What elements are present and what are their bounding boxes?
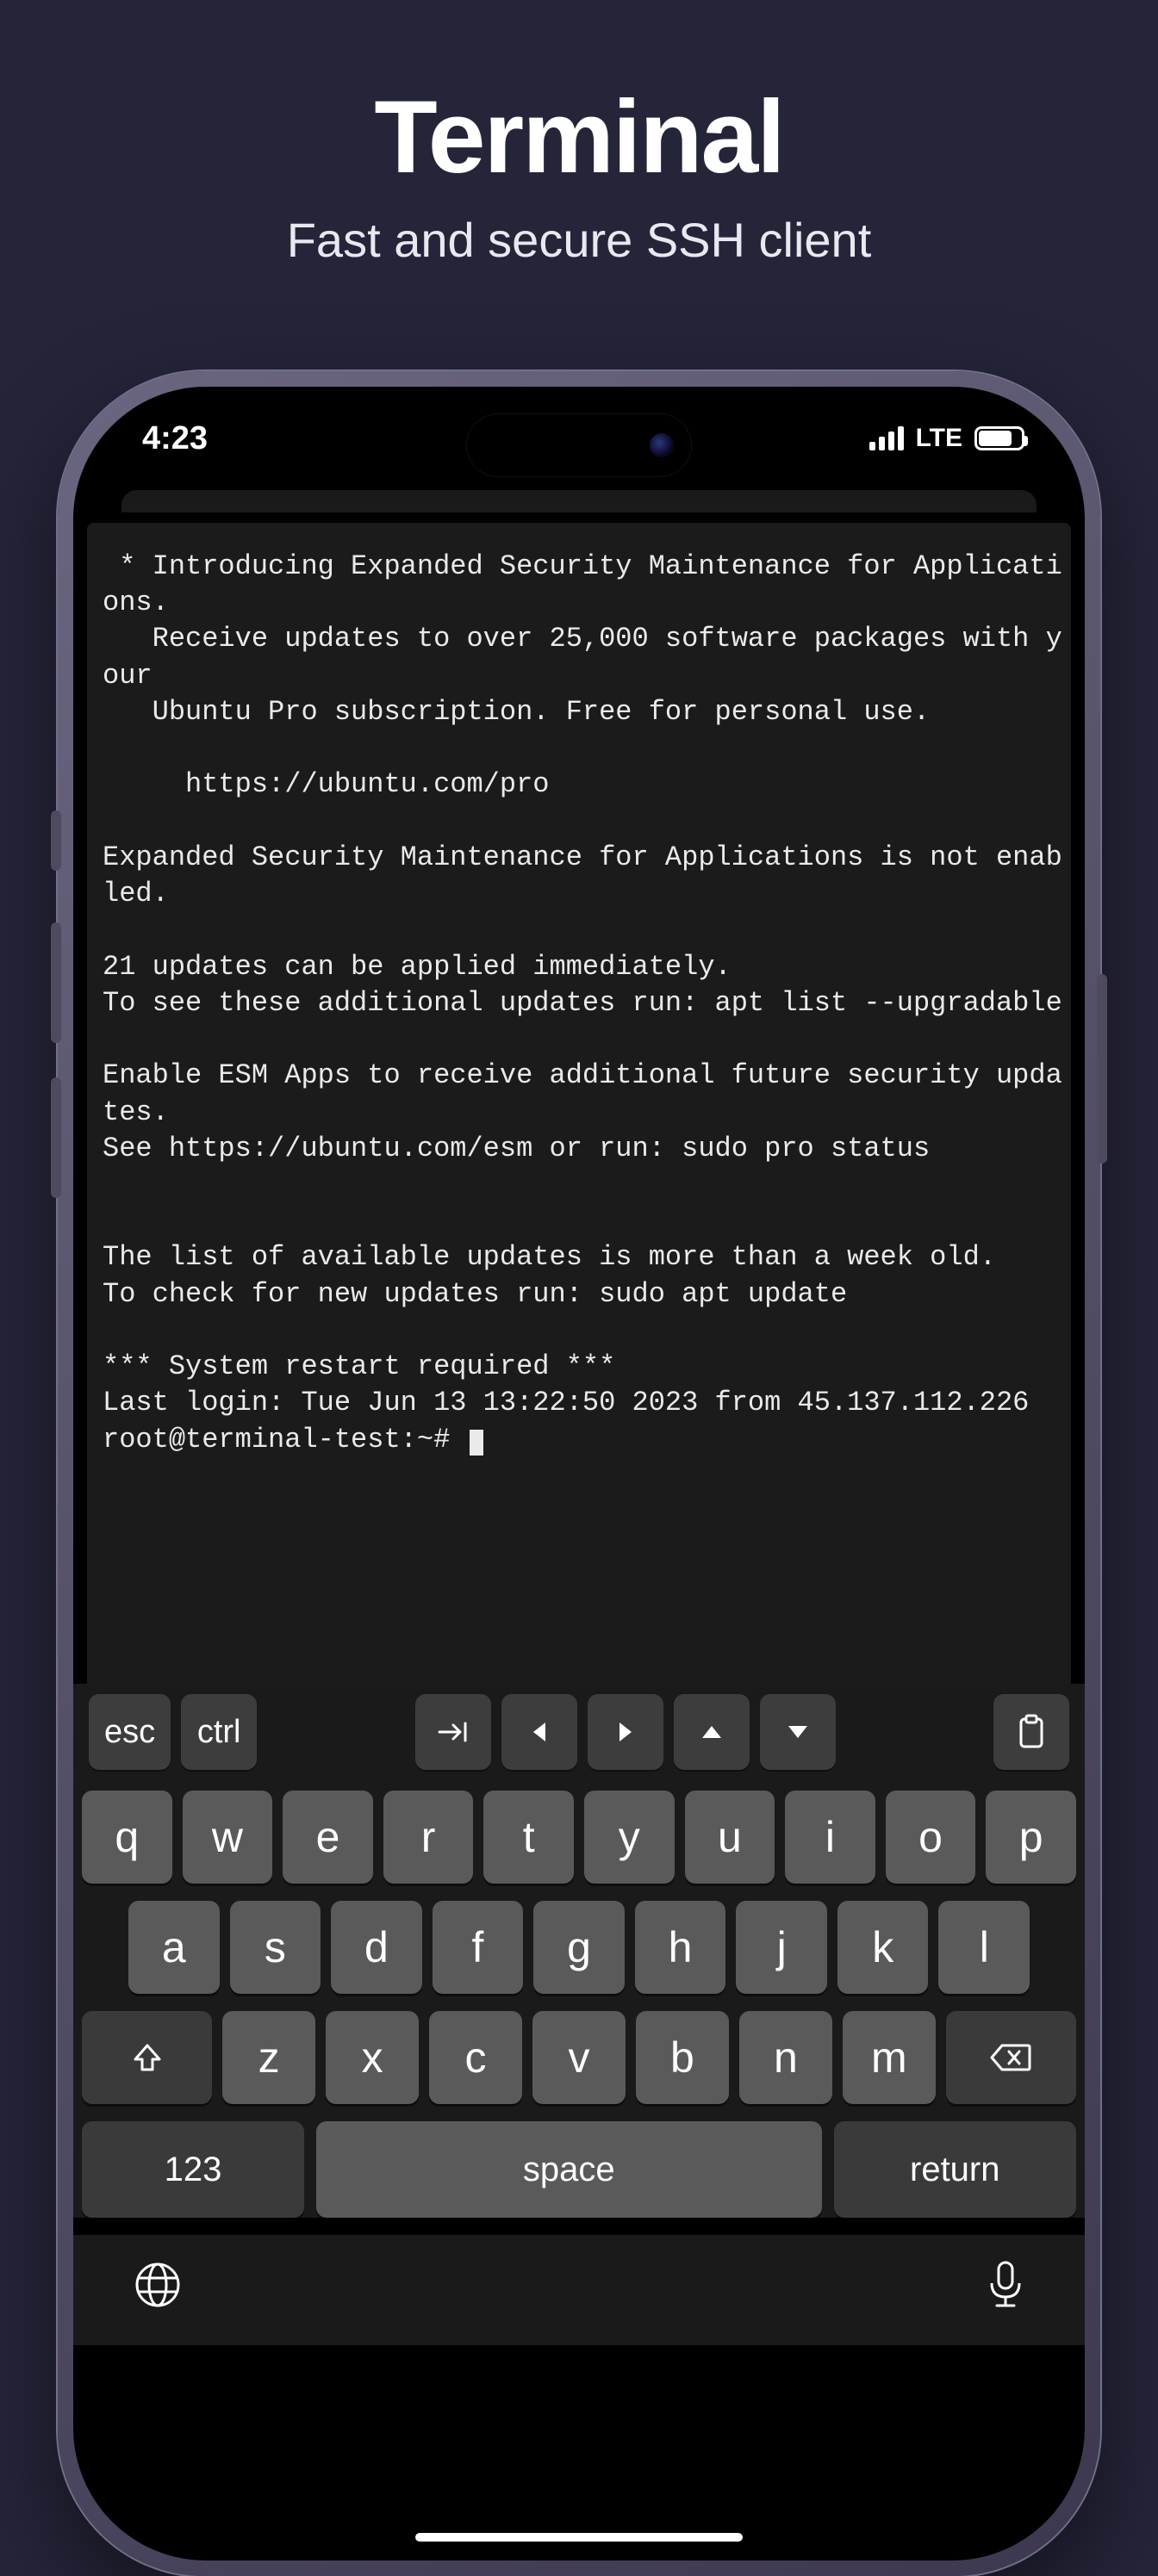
key-e[interactable]: e — [283, 1791, 373, 1884]
microphone-key[interactable] — [987, 2259, 1024, 2311]
key-a[interactable]: a — [128, 1901, 220, 1994]
arrow-down-icon — [785, 1721, 811, 1743]
terminal-tab-bar[interactable] — [121, 490, 1037, 512]
terminal-toolbar: esc ctrl — [73, 1684, 1085, 1782]
key-l[interactable]: l — [938, 1901, 1030, 1994]
key-v[interactable]: v — [532, 2011, 626, 2104]
phone-screen: 4:23 LTE * Introducing Expanded Security… — [73, 387, 1085, 2560]
terminal-output[interactable]: * Introducing Expanded Security Maintena… — [87, 523, 1071, 1684]
home-indicator[interactable] — [415, 2533, 743, 2542]
key-h[interactable]: h — [635, 1901, 726, 1994]
key-o[interactable]: o — [886, 1791, 976, 1884]
status-bar: 4:23 LTE — [73, 387, 1085, 490]
key-m[interactable]: m — [843, 2011, 936, 2104]
tab-key[interactable] — [415, 1694, 491, 1770]
status-right: LTE — [869, 424, 1024, 453]
volume-mute-switch — [51, 810, 61, 871]
status-time: 4:23 — [142, 420, 208, 457]
key-c[interactable]: c — [429, 2011, 522, 2104]
arrow-right-icon — [614, 1719, 637, 1745]
arrow-up-key[interactable] — [674, 1694, 750, 1770]
key-f[interactable]: f — [433, 1901, 524, 1994]
key-q[interactable]: q — [82, 1791, 172, 1884]
clipboard-key[interactable] — [993, 1694, 1069, 1770]
key-j[interactable]: j — [736, 1901, 827, 1994]
key-x[interactable]: x — [326, 2011, 419, 2104]
volume-up-button — [51, 922, 61, 1043]
page-title: Terminal — [0, 78, 1158, 196]
return-key[interactable]: return — [834, 2121, 1077, 2218]
key-d[interactable]: d — [331, 1901, 422, 1994]
numbers-key[interactable]: 123 — [82, 2121, 304, 2218]
arrow-left-icon — [528, 1719, 551, 1745]
key-y[interactable]: y — [584, 1791, 675, 1884]
arrow-left-key[interactable] — [501, 1694, 577, 1770]
phone-frame: 4:23 LTE * Introducing Expanded Security… — [58, 371, 1100, 2576]
page-subtitle: Fast and secure SSH client — [0, 212, 1158, 268]
esc-key[interactable]: esc — [89, 1694, 171, 1770]
volume-down-button — [51, 1077, 61, 1198]
dynamic-island — [467, 414, 691, 476]
key-r[interactable]: r — [383, 1791, 474, 1884]
key-p[interactable]: p — [986, 1791, 1076, 1884]
power-button — [1097, 974, 1107, 1164]
backspace-icon — [990, 2042, 1031, 2073]
keyboard-bottom-bar — [73, 2235, 1085, 2345]
arrow-up-icon — [699, 1721, 725, 1743]
key-z[interactable]: z — [222, 2011, 315, 2104]
key-n[interactable]: n — [739, 2011, 832, 2104]
key-t[interactable]: t — [483, 1791, 574, 1884]
key-b[interactable]: b — [636, 2011, 729, 2104]
globe-key[interactable] — [134, 2261, 182, 2309]
globe-icon — [134, 2261, 182, 2309]
key-i[interactable]: i — [785, 1791, 875, 1884]
arrow-down-key[interactable] — [760, 1694, 836, 1770]
ctrl-key[interactable]: ctrl — [181, 1694, 257, 1770]
microphone-icon — [987, 2259, 1024, 2311]
terminal-prompt: root@terminal-test:~# — [103, 1424, 466, 1456]
key-s[interactable]: s — [230, 1901, 321, 1994]
arrow-right-key[interactable] — [588, 1694, 663, 1770]
backspace-key[interactable] — [946, 2011, 1076, 2104]
tab-icon — [436, 1719, 470, 1745]
network-label: LTE — [916, 424, 962, 453]
space-key[interactable]: space — [316, 2121, 821, 2218]
battery-icon — [974, 426, 1024, 450]
key-u[interactable]: u — [685, 1791, 775, 1884]
shift-key[interactable] — [82, 2011, 212, 2104]
cursor — [470, 1430, 483, 1456]
clipboard-icon — [1017, 1714, 1046, 1750]
terminal-text: * Introducing Expanded Security Maintena… — [103, 550, 1062, 1418]
key-g[interactable]: g — [533, 1901, 625, 1994]
signal-icon — [869, 426, 904, 450]
shift-icon — [130, 2040, 165, 2075]
keyboard: qwertyuiop asdfghjkl zxcvbnm 123 space r… — [73, 1782, 1085, 2218]
key-w[interactable]: w — [183, 1791, 273, 1884]
key-k[interactable]: k — [837, 1901, 929, 1994]
